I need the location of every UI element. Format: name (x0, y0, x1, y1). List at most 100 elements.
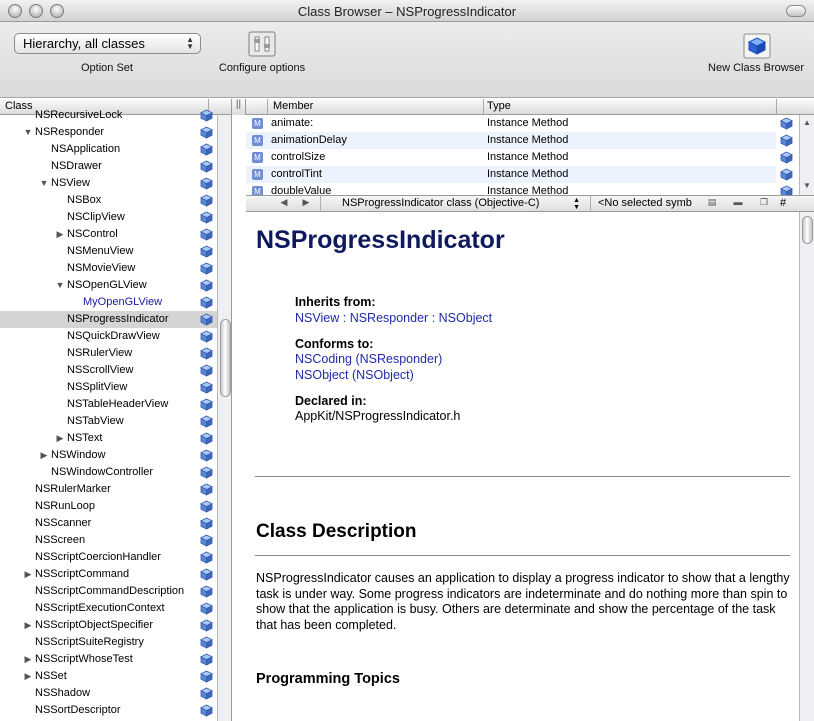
member-row[interactable]: McontrolSize Instance Method (246, 149, 793, 166)
cube-icon[interactable] (743, 33, 771, 62)
class-tree-row[interactable]: ▶ NSScriptCommand (0, 566, 231, 583)
includes-icon[interactable]: ▬ (730, 197, 746, 207)
forward-arrow-icon[interactable]: ▶ (298, 197, 314, 208)
class-tree-row[interactable]: ▶ NSScriptObjectSpecifier (0, 617, 231, 634)
class-tree-row[interactable]: NSScanner (0, 515, 231, 532)
class-tree-row[interactable]: NSProgressIndicator (0, 311, 231, 328)
hash-popup[interactable]: # (780, 197, 786, 209)
class-tree-row[interactable]: NSScriptCoercionHandler (0, 549, 231, 566)
class-tree-row[interactable]: ▶ NSText (0, 430, 231, 447)
column-divider (483, 99, 484, 115)
type-column-header[interactable]: Type (487, 100, 511, 112)
back-arrow-icon[interactable]: ◀ (276, 197, 292, 208)
class-tree-row[interactable]: NSTabView (0, 413, 231, 430)
class-tree-row[interactable]: NSRunLoop (0, 498, 231, 515)
class-name: NSView (51, 177, 90, 189)
member-row[interactable]: Manimate: Instance Method (246, 115, 793, 132)
counterpart-icon[interactable]: ❐ (756, 197, 772, 208)
member-table-header: Member Type (246, 99, 814, 115)
popup-arrows-icon: ▲ ▼ (573, 197, 580, 211)
switches-icon[interactable] (248, 31, 276, 60)
class-name: MyOpenGLView (83, 296, 163, 308)
class-name: NSScriptExecutionContext (35, 602, 165, 614)
disclosure-open-icon[interactable]: ▼ (23, 124, 33, 141)
member-row[interactable]: ManimationDelay Instance Method (246, 132, 793, 149)
class-tree-row[interactable]: NSMovieView (0, 260, 231, 277)
conforms-link-nsobject[interactable]: NSObject (NSObject) (295, 368, 414, 382)
class-tree-row[interactable]: ▼ NSResponder (0, 124, 231, 141)
disclosure-closed-icon[interactable]: ▶ (55, 430, 65, 447)
bookmarks-icon[interactable]: ▤ (704, 197, 720, 208)
class-tree-row[interactable]: NSQuickDrawView (0, 328, 231, 345)
class-history-popup[interactable]: NSProgressIndicator class (Objective-C) … (326, 197, 584, 211)
class-name: NSScriptCoercionHandler (35, 551, 161, 563)
disclosure-open-icon[interactable]: ▼ (55, 277, 65, 294)
class-tree-row[interactable]: NSScriptCommandDescription (0, 583, 231, 600)
class-name: NSScriptCommand (35, 568, 130, 580)
scroll-down-arrow-icon[interactable]: ▼ (803, 181, 811, 190)
class-tree-row[interactable]: NSScriptSuiteRegistry (0, 634, 231, 651)
class-tree-row[interactable]: NSWindowController (0, 464, 231, 481)
documentation-scrollbar[interactable] (799, 212, 814, 721)
class-tree-row[interactable]: ▼ NSOpenGLView (0, 277, 231, 294)
class-tree-row[interactable]: ▶ NSControl (0, 226, 231, 243)
disclosure-closed-icon[interactable]: ▶ (55, 226, 65, 243)
class-tree-row[interactable]: NSApplication (0, 141, 231, 158)
class-name: NSRunLoop (35, 500, 95, 512)
scroll-up-arrow-icon[interactable]: ▲ (803, 118, 811, 127)
title-bar: Class Browser – NSProgressIndicator (0, 0, 814, 22)
class-name: NSMovieView (67, 262, 136, 274)
class-tree-row[interactable]: ▼ NSView (0, 175, 231, 192)
class-tree-row[interactable]: NSSplitView (0, 379, 231, 396)
symbol-popup[interactable]: <No selected symb (598, 197, 698, 209)
pane-splitter-handle[interactable]: || (232, 99, 246, 115)
class-tree-row[interactable]: NSClipView (0, 209, 231, 226)
class-tree-row[interactable]: ▶ NSSet (0, 668, 231, 685)
class-tree-row[interactable]: NSRecursiveLock (0, 107, 231, 124)
class-tree-row[interactable]: NSRulerMarker (0, 481, 231, 498)
class-tree-row[interactable]: NSScreen (0, 532, 231, 549)
class-pane-scroll-thumb[interactable] (220, 319, 231, 397)
class-tree-row[interactable]: MyOpenGLView (0, 294, 231, 311)
class-tree-row[interactable]: NSSortDescriptor (0, 702, 231, 721)
class-pane-scrollbar[interactable] (217, 115, 231, 721)
documentation-scroll-thumb[interactable] (802, 216, 813, 244)
class-tree-row[interactable]: NSTableHeaderView (0, 396, 231, 413)
member-table-scrollbar[interactable]: ▲ ▼ (799, 115, 814, 195)
member-row[interactable]: McontrolTint Instance Method (246, 166, 793, 183)
option-set-popup[interactable]: Hierarchy, all classes ▲ ▼ (14, 33, 201, 54)
inherits-link-nsview[interactable]: NSView (295, 311, 339, 325)
class-tree-row[interactable]: ▶ NSScriptWhoseTest (0, 651, 231, 668)
class-name: NSMenuView (67, 245, 134, 257)
class-tree-row[interactable]: NSScrollView (0, 362, 231, 379)
popup-arrows-icon: ▲ ▼ (186, 35, 194, 51)
disclosure-closed-icon[interactable]: ▶ (23, 668, 33, 685)
toolbar-toggle-button[interactable] (786, 5, 806, 17)
inherits-link-nsobject[interactable]: NSObject (439, 311, 493, 325)
member-name: doubleValue (271, 185, 332, 195)
class-tree-row[interactable]: NSBox (0, 192, 231, 209)
cube-icon[interactable] (780, 185, 793, 195)
disclosure-open-icon[interactable]: ▼ (39, 175, 49, 192)
class-name: NSRulerView (67, 347, 133, 359)
class-tree-row[interactable]: NSRulerView (0, 345, 231, 362)
method-icon: M (252, 186, 263, 195)
inherits-link-nsresponder[interactable]: NSResponder (350, 311, 429, 325)
disclosure-closed-icon[interactable]: ▶ (23, 617, 33, 634)
class-tree-row[interactable]: NSMenuView (0, 243, 231, 260)
class-tree-row[interactable]: ▶ NSWindow (0, 447, 231, 464)
member-column-header[interactable]: Member (273, 100, 313, 112)
disclosure-closed-icon[interactable]: ▶ (23, 651, 33, 668)
class-tree-row[interactable]: NSScriptExecutionContext (0, 600, 231, 617)
member-row[interactable]: MdoubleValue Instance Method (246, 183, 793, 195)
class-name: NSScanner (35, 517, 92, 529)
class-tree-row[interactable]: NSDrawer (0, 158, 231, 175)
declared-label: Declared in: (295, 394, 367, 408)
class-tree-row[interactable]: NSShadow (0, 685, 231, 702)
disclosure-closed-icon[interactable]: ▶ (23, 566, 33, 583)
conforms-link-nscoding[interactable]: NSCoding (NSResponder) (295, 352, 442, 366)
cube-icon[interactable] (200, 704, 213, 721)
class-name: NSWindow (51, 449, 106, 461)
disclosure-closed-icon[interactable]: ▶ (39, 447, 49, 464)
doc-navigation-bar: ◀ ▶ NSProgressIndicator class (Objective… (246, 195, 814, 212)
